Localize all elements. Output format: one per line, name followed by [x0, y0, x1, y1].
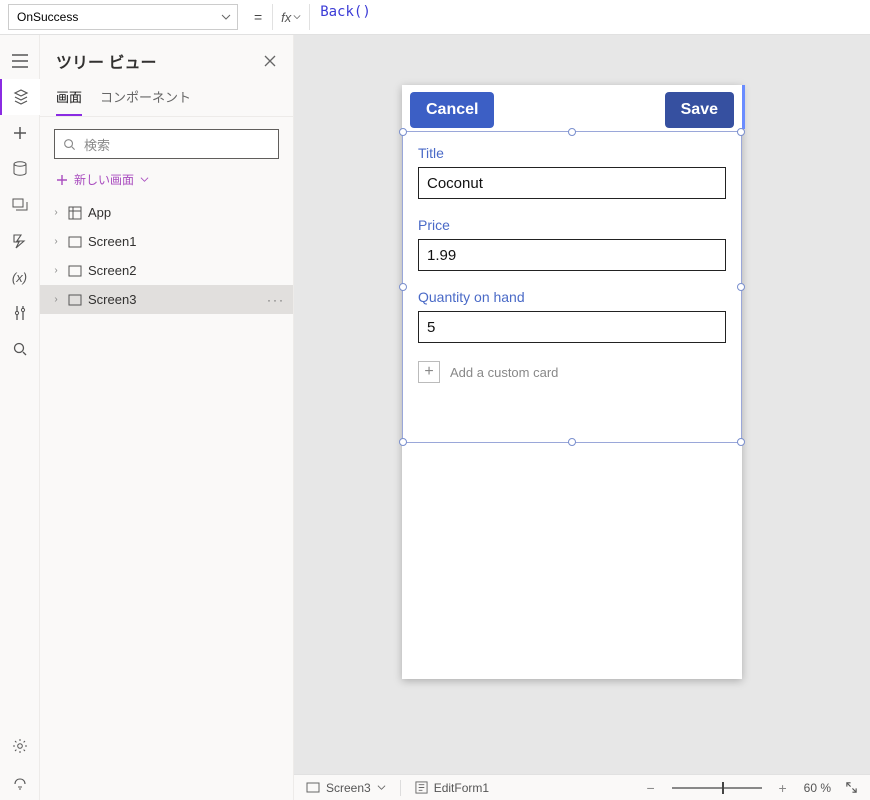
field-label: Price — [418, 217, 726, 233]
tree-item-label: Screen3 — [88, 292, 136, 307]
formula-bar: OnSuccess = fx Back() — [0, 0, 870, 35]
chevron-down-icon — [140, 175, 149, 184]
chevron-down-icon — [377, 783, 386, 792]
main-area: (x) ツリー ビュー 画面 コンポーネント 検索 — [0, 35, 870, 800]
tree-view-icon[interactable] — [0, 79, 40, 115]
tree-item-screen2[interactable]: › Screen2 — [40, 256, 293, 285]
equals-label: = — [244, 9, 272, 25]
fx-label: fx — [281, 10, 291, 25]
add-card-label: Add a custom card — [450, 365, 558, 380]
form-icon — [415, 781, 428, 794]
property-selector-value: OnSuccess — [17, 10, 78, 24]
tab-screens[interactable]: 画面 — [56, 83, 82, 116]
field-quantity: Quantity on hand — [402, 279, 742, 351]
tools-icon[interactable] — [0, 295, 40, 331]
quantity-input[interactable] — [418, 311, 726, 343]
price-input[interactable] — [418, 239, 726, 271]
canvas[interactable]: Cancel Save Title Price Quantity on hand… — [294, 35, 870, 800]
tree-panel: ツリー ビュー 画面 コンポーネント 検索 新しい画面 › App › S — [40, 35, 294, 800]
field-label: Title — [418, 145, 726, 161]
edit-form[interactable]: Title Price Quantity on hand + Add a cus… — [402, 135, 742, 393]
property-selector[interactable]: OnSuccess — [8, 4, 238, 30]
tree-item-screen3[interactable]: › Screen3 ··· — [40, 285, 293, 314]
tab-components[interactable]: コンポーネント — [100, 83, 191, 116]
power-automate-icon[interactable] — [0, 223, 40, 259]
screen-icon — [68, 235, 82, 249]
tree-item-app[interactable]: › App — [40, 198, 293, 227]
status-bar: Screen3 EditForm1 − + 60 % — [294, 774, 870, 800]
zoom-in-button[interactable]: + — [776, 780, 790, 796]
new-screen-button[interactable]: 新しい画面 — [40, 167, 293, 198]
chevron-down-icon — [221, 12, 231, 22]
save-button[interactable]: Save — [665, 92, 734, 128]
hamburger-icon[interactable] — [0, 43, 40, 79]
expand-icon[interactable]: › — [50, 207, 62, 218]
new-screen-label: 新しい画面 — [74, 171, 134, 188]
insert-icon[interactable] — [0, 115, 40, 151]
screen-icon — [68, 264, 82, 278]
tree-item-screen1[interactable]: › Screen1 — [40, 227, 293, 256]
field-price: Price — [402, 207, 742, 279]
variables-icon[interactable]: (x) — [0, 259, 40, 295]
tree-item-label: App — [88, 205, 111, 220]
formula-input[interactable]: Back() — [310, 4, 870, 30]
phone-preview: Cancel Save Title Price Quantity on hand… — [402, 85, 742, 679]
selection-edge — [742, 85, 745, 129]
plus-icon — [56, 174, 68, 186]
data-icon[interactable] — [0, 151, 40, 187]
tool-rail: (x) — [0, 35, 40, 800]
zoom-value: 60 % — [804, 781, 831, 795]
app-icon — [68, 206, 82, 220]
tree-search-placeholder: 検索 — [84, 135, 110, 154]
cancel-button[interactable]: Cancel — [410, 92, 494, 128]
add-custom-card-button[interactable]: + Add a custom card — [402, 351, 742, 393]
more-icon[interactable]: ··· — [267, 293, 285, 307]
tree-panel-title: ツリー ビュー — [56, 49, 156, 73]
zoom-slider[interactable] — [672, 787, 762, 789]
zoom-out-button[interactable]: − — [644, 780, 658, 796]
search-icon — [63, 138, 76, 151]
screen-icon — [68, 293, 82, 307]
form-header: Cancel Save — [402, 85, 742, 135]
fx-dropdown[interactable]: fx — [272, 4, 310, 30]
tree-item-label: Screen2 — [88, 263, 136, 278]
separator — [400, 780, 401, 796]
status-screen-label: Screen3 — [326, 781, 371, 795]
screen-icon — [306, 782, 320, 793]
settings-icon[interactable] — [0, 728, 40, 764]
tree-item-label: Screen1 — [88, 234, 136, 249]
close-icon[interactable] — [263, 54, 277, 68]
field-title: Title — [402, 135, 742, 207]
media-icon[interactable] — [0, 187, 40, 223]
search-icon[interactable] — [0, 331, 40, 367]
tree-list: › App › Screen1 › Screen2 › Screen3 ··· — [40, 198, 293, 800]
expand-icon[interactable]: › — [50, 265, 62, 276]
status-screen-selector[interactable]: Screen3 — [306, 781, 386, 795]
ask-icon[interactable] — [0, 764, 40, 800]
expand-icon[interactable]: › — [50, 236, 62, 247]
tree-tabs: 画面 コンポーネント — [40, 79, 293, 117]
field-label: Quantity on hand — [418, 289, 726, 305]
status-control-selector[interactable]: EditForm1 — [415, 781, 489, 795]
expand-icon[interactable]: › — [50, 294, 62, 305]
fit-to-window-icon[interactable] — [845, 781, 858, 794]
title-input[interactable] — [418, 167, 726, 199]
chevron-down-icon — [293, 13, 301, 21]
plus-icon: + — [418, 361, 440, 383]
status-control-label: EditForm1 — [434, 781, 489, 795]
tree-search-input[interactable]: 検索 — [54, 129, 279, 159]
